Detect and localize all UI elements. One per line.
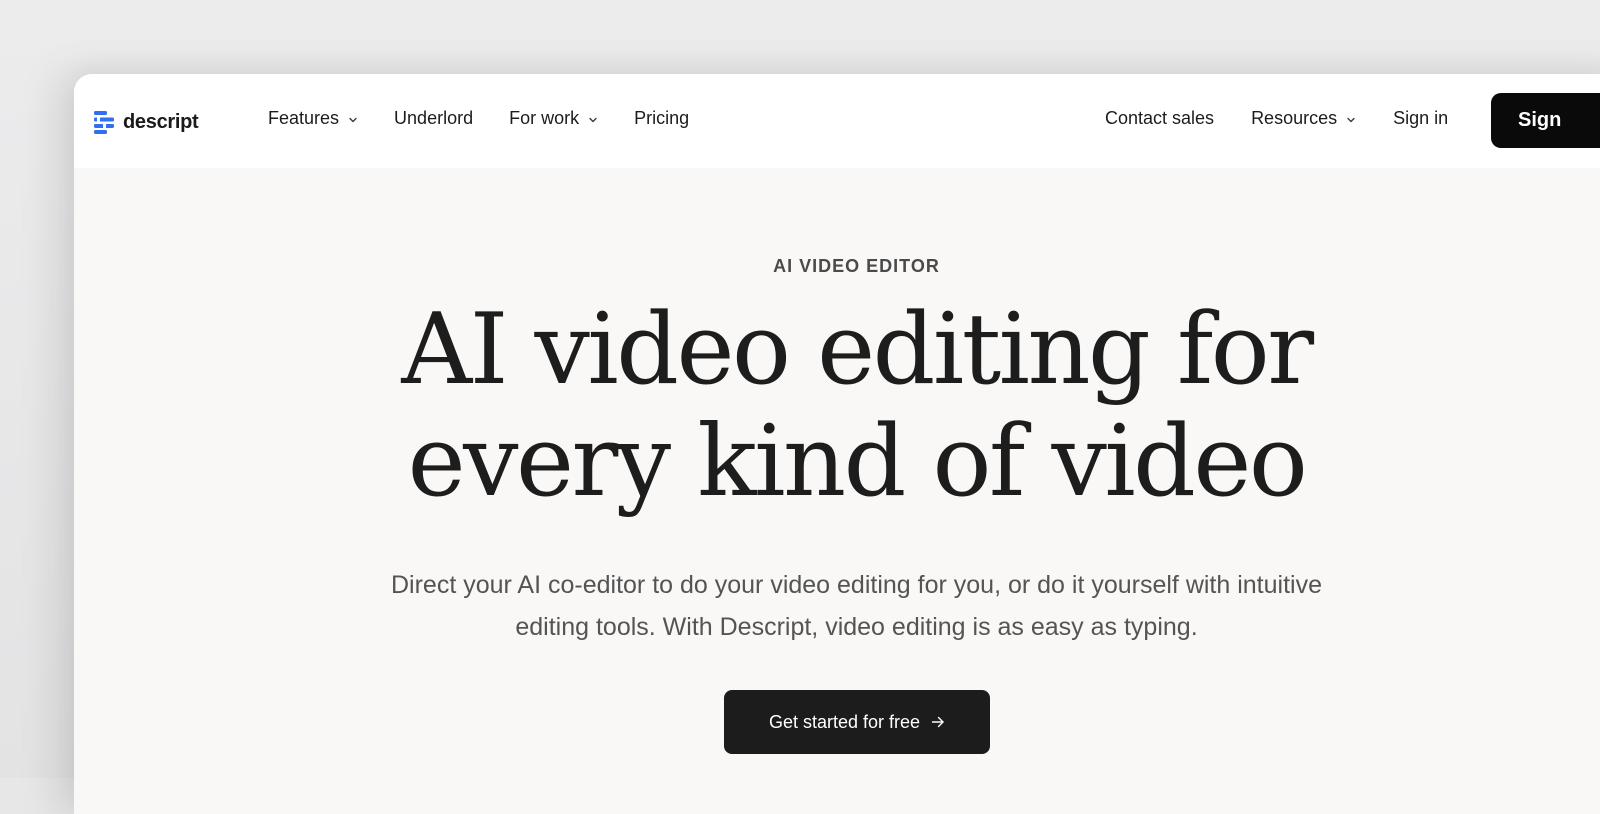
nav-item-label: For work [509,108,580,128]
nav-item-label: Resources [1251,108,1338,128]
brand-name: descript [123,110,199,133]
hero-headline: AI video editing for every kind of video [74,294,1600,518]
chevron-down-icon [349,117,357,122]
nav-item-label: Contact sales [1105,108,1215,128]
nav-item-features[interactable]: Features [268,108,358,129]
hero-subtext-line-2: editing tools. With Descript, video edit… [515,613,1198,641]
chevron-down-icon [589,117,597,122]
hero-subtext-line-1: Direct your AI co-editor to do your vide… [390,571,1322,599]
nav-item-pricing[interactable]: Pricing [634,108,689,129]
top-navigation: descript Features Underlord For work Pri… [74,74,1600,168]
nav-item-label: Sign in [1393,108,1449,128]
nav-item-label: Underlord [394,108,474,128]
hero-headline-line-1: AI video editing for [401,293,1314,407]
nav-item-contact-sales[interactable]: Contact sales [1105,108,1214,129]
browser-window: descript Features Underlord For work Pri… [74,74,1600,814]
get-started-label: Get started for free [768,711,921,732]
brand-logo[interactable]: descript [94,110,199,134]
get-started-button[interactable]: Get started for free [724,690,990,754]
chevron-down-icon [1347,117,1355,122]
nav-item-label: Pricing [634,108,690,128]
nav-item-sign-in[interactable]: Sign in [1393,108,1448,129]
nav-item-for-work[interactable]: For work [509,108,598,129]
secondary-nav: Contact sales Resources Sign in [1105,108,1485,129]
descript-logo-icon [94,111,114,134]
hero-eyebrow: AI VIDEO EDITOR [773,256,940,276]
primary-nav: Features Underlord For work Pricing [268,108,725,129]
sign-up-button[interactable]: Sign [1491,93,1600,148]
hero-headline-line-2: every kind of video [407,405,1308,519]
hero-subtext: Direct your AI co-editor to do your vide… [304,564,1409,648]
arrow-right-icon [931,716,944,728]
nav-item-label: Features [268,108,340,128]
nav-item-resources[interactable]: Resources [1251,108,1356,129]
nav-item-underlord[interactable]: Underlord [394,108,473,129]
